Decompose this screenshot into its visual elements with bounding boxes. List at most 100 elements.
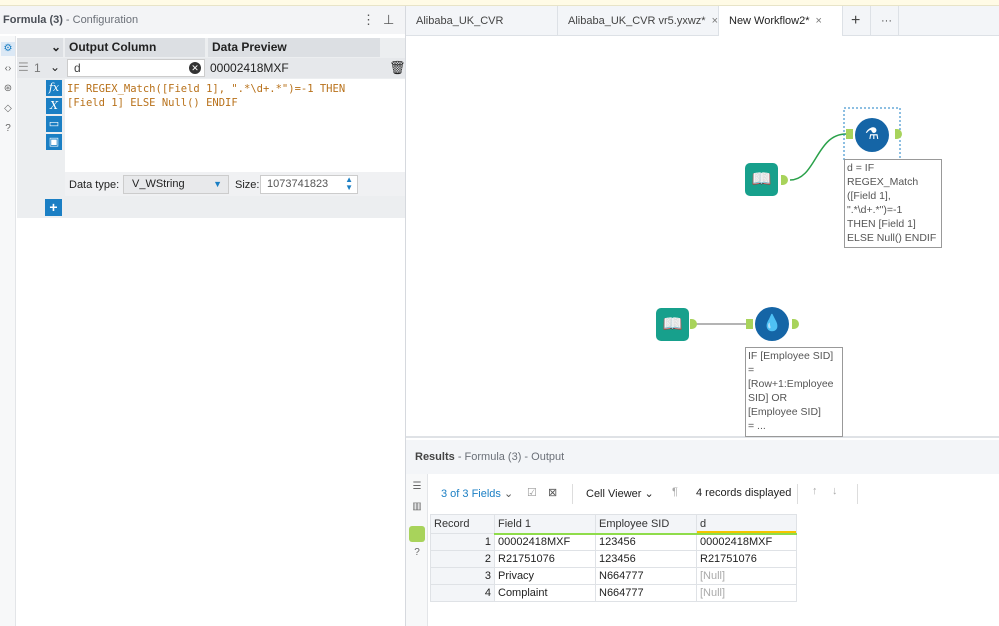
size-value: 1073741823 bbox=[267, 178, 329, 190]
pin-icon[interactable]: ⊥ bbox=[383, 12, 394, 28]
tab-label: Alibaba_UK_CVR vr5.yxwz* bbox=[568, 15, 706, 27]
dropdown-arrow-icon: ▼ bbox=[213, 179, 222, 189]
formula-editor[interactable]: IF REGEX_Match([Field 1], ".*\d+.*")=-1 … bbox=[65, 79, 405, 172]
table-header-row: Record Field 1 Employee SID d bbox=[430, 514, 797, 535]
tab-new-workflow2[interactable]: New Workflow2* × bbox=[719, 6, 843, 37]
config-icon-bar: ⚙ ‹› ⊛ ◇ ? bbox=[0, 36, 16, 626]
column-header-d[interactable]: d bbox=[696, 514, 797, 535]
config-header: Formula (3) - Configuration ⋮ ⊥ bbox=[0, 6, 405, 34]
deselect-icon[interactable]: ⊠ bbox=[548, 486, 557, 499]
datatype-label: Data type: bbox=[69, 179, 120, 191]
pilcrow-icon[interactable]: ¶ bbox=[672, 486, 678, 498]
chevron-down-icon: ⌄ bbox=[644, 488, 654, 500]
formula-line-1: IF REGEX_Match([Field 1], ".*\d+.*")=-1 … bbox=[67, 83, 346, 95]
field1-cell[interactable]: 00002418MXF bbox=[494, 533, 596, 551]
table-row[interactable]: 2 R21751076 123456 R21751076 bbox=[430, 550, 797, 568]
chevron-down-icon[interactable]: ⌄ bbox=[49, 38, 63, 57]
formula-row: ☰ 1 ⌄ d ✕ 00002418MXF 🗑 bbox=[17, 58, 406, 78]
employee-sid-cell[interactable]: N664777 bbox=[595, 584, 697, 602]
formula-tool-icon[interactable]: ⚗ bbox=[855, 118, 889, 152]
more-vertical-icon[interactable]: ⋮ bbox=[362, 12, 375, 28]
open-folder-icon[interactable]: ▭ bbox=[46, 116, 62, 132]
output-column-input[interactable]: d ✕ bbox=[67, 59, 205, 77]
column-header-field1[interactable]: Field 1 bbox=[494, 514, 596, 535]
d-cell[interactable]: R21751076 bbox=[696, 550, 797, 568]
table-icon[interactable]: ▥ bbox=[410, 500, 424, 514]
add-row-button[interactable]: + bbox=[45, 199, 62, 216]
output-anchor-icon[interactable] bbox=[409, 526, 425, 542]
checkbox-icon[interactable]: ☑ bbox=[527, 486, 537, 499]
input-data-tool-icon[interactable]: 📖 bbox=[656, 308, 689, 341]
workflow-canvas[interactable]: 📖 ⚗ d = IF REGEX_Match ([Field 1], ".*\d… bbox=[406, 36, 999, 438]
results-title: Results bbox=[415, 451, 455, 463]
results-subtitle: - Formula (3) - Output bbox=[457, 451, 565, 463]
row-collapse-chevron-icon[interactable]: ⌄ bbox=[50, 60, 60, 74]
close-icon[interactable]: × bbox=[816, 15, 822, 27]
arrow-up-icon[interactable]: ↑ bbox=[812, 485, 818, 497]
field1-cell[interactable]: R21751076 bbox=[494, 550, 596, 568]
tab-workflow-vr6[interactable]: Alibaba_UK_CVR vr6.yxwz× bbox=[406, 6, 558, 57]
cell-viewer-selector[interactable]: Cell Viewer ⌄ bbox=[586, 487, 654, 500]
trash-icon[interactable]: 🗑 bbox=[389, 60, 406, 76]
tab-workflow-vr5[interactable]: Alibaba_UK_CVR vr5.yxwz* × bbox=[558, 6, 719, 36]
connection-line bbox=[789, 133, 847, 181]
row-number: 1 bbox=[34, 61, 41, 75]
spinner-icon[interactable]: ▲ ▼ bbox=[345, 176, 353, 192]
chevron-down-icon: ⌄ bbox=[503, 488, 514, 500]
employee-sid-cell[interactable]: N664777 bbox=[595, 567, 697, 585]
new-tab-button[interactable]: + bbox=[843, 6, 871, 36]
multi-row-annotation: IF [Employee SID] = [Row+1:Employee SID]… bbox=[745, 347, 843, 437]
variable-icon[interactable]: X bbox=[46, 98, 62, 114]
list-icon[interactable]: ☰ bbox=[410, 480, 424, 494]
fields-label: 3 of 3 Fields bbox=[441, 488, 501, 500]
output-column-value: d bbox=[74, 61, 81, 75]
record-cell[interactable]: 2 bbox=[430, 550, 495, 568]
column-header-record[interactable]: Record bbox=[430, 514, 495, 534]
d-cell[interactable]: [Null] bbox=[696, 584, 797, 602]
input-data-tool-icon[interactable]: 📖 bbox=[745, 163, 778, 196]
column-header-employee-sid[interactable]: Employee SID bbox=[595, 514, 697, 535]
drag-handle-icon[interactable]: ☰ bbox=[18, 60, 29, 74]
record-cell[interactable]: 3 bbox=[430, 567, 495, 585]
results-table: Record Field 1 Employee SID d 1 00002418M… bbox=[430, 514, 797, 602]
size-input[interactable]: 1073741823 ▲ ▼ bbox=[260, 175, 358, 194]
record-cell[interactable]: 1 bbox=[430, 533, 495, 551]
clear-icon[interactable]: ✕ bbox=[189, 62, 201, 74]
results-toolbar: 3 of 3 Fields ⌄ ☑ ⊠ Cell Viewer ⌄ ¶ 4 re… bbox=[429, 480, 999, 508]
fields-selector[interactable]: 3 of 3 Fields ⌄ bbox=[441, 487, 513, 500]
code-icon[interactable]: ‹› bbox=[1, 62, 15, 76]
input-anchor[interactable] bbox=[746, 319, 753, 329]
close-icon[interactable]: × bbox=[712, 15, 718, 27]
d-cell[interactable]: [Null] bbox=[696, 567, 797, 585]
records-count: 4 records displayed bbox=[696, 487, 792, 499]
output-column-header: Output Column bbox=[65, 38, 205, 57]
arrow-down-icon[interactable]: ↓ bbox=[832, 485, 838, 497]
divider bbox=[572, 484, 573, 504]
connection-icon[interactable]: ⊛ bbox=[1, 82, 15, 96]
tab-label: New Workflow2* bbox=[729, 15, 810, 27]
table-row[interactable]: 3 Privacy N664777 [Null] bbox=[430, 567, 797, 585]
gear-icon[interactable]: ⚙ bbox=[1, 42, 15, 56]
tag-icon[interactable]: ◇ bbox=[1, 102, 15, 116]
datatype-select[interactable]: V_WString ▼ bbox=[123, 175, 229, 194]
save-icon[interactable]: ▣ bbox=[46, 134, 62, 150]
formula-annotation: d = IF REGEX_Match ([Field 1], ".*\d+.*"… bbox=[844, 159, 942, 248]
d-cell[interactable]: 00002418MXF bbox=[696, 533, 797, 551]
config-title: Formula (3) bbox=[3, 14, 63, 26]
datatype-value: V_WString bbox=[132, 178, 185, 190]
input-anchor[interactable] bbox=[846, 129, 853, 139]
record-cell[interactable]: 4 bbox=[430, 584, 495, 602]
multi-row-formula-tool-icon[interactable]: 💧 bbox=[755, 307, 789, 341]
formula-grid: ⌄ Output Column Data Preview ☰ 1 ⌄ d ✕ 00… bbox=[17, 38, 406, 218]
employee-sid-cell[interactable]: 123456 bbox=[595, 533, 697, 551]
more-tabs-button[interactable]: ··· bbox=[871, 6, 899, 36]
employee-sid-cell[interactable]: 123456 bbox=[595, 550, 697, 568]
field1-cell[interactable]: Privacy bbox=[494, 567, 596, 585]
help-icon[interactable]: ? bbox=[410, 546, 424, 560]
results-sidebar: ☰ ▥ ? bbox=[406, 474, 428, 626]
help-icon[interactable]: ? bbox=[1, 122, 15, 136]
table-row[interactable]: 1 00002418MXF 123456 00002418MXF bbox=[430, 533, 797, 551]
table-row[interactable]: 4 Complaint N664777 [Null] bbox=[430, 584, 797, 602]
function-icon[interactable]: fx bbox=[46, 80, 62, 96]
field1-cell[interactable]: Complaint bbox=[494, 584, 596, 602]
